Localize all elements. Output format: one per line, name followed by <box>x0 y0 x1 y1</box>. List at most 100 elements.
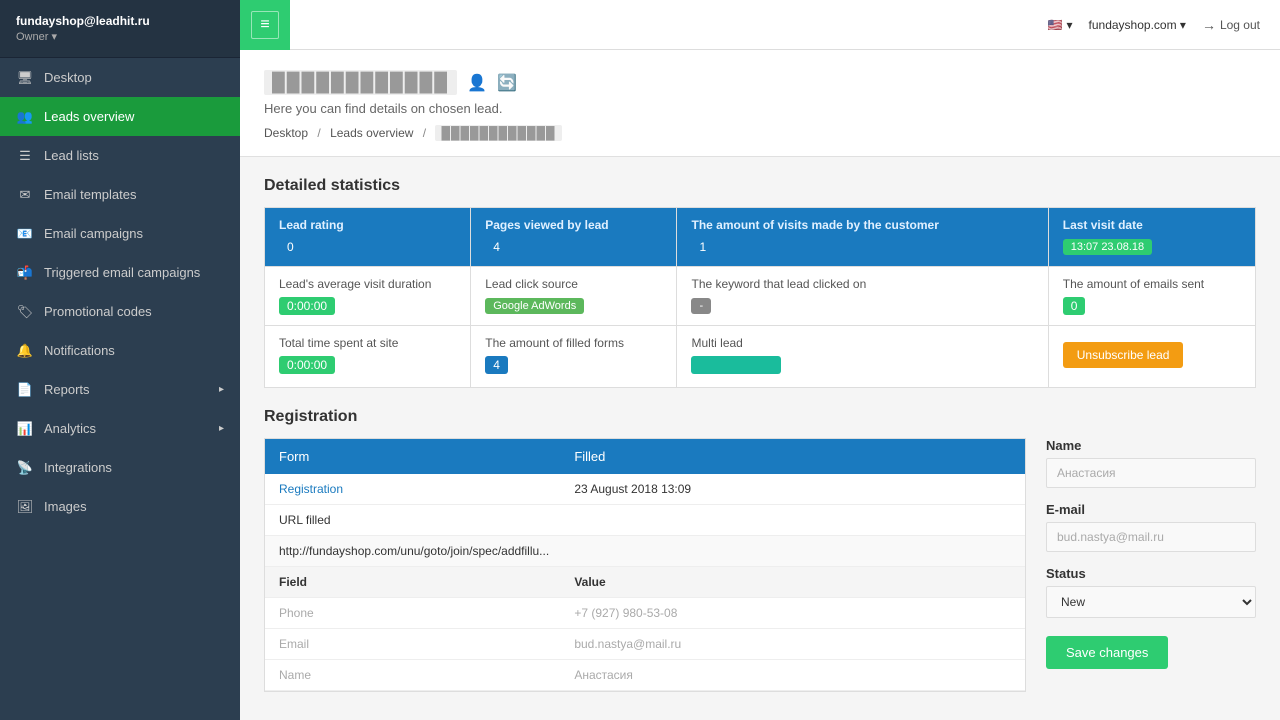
refresh-icon[interactable] <box>497 73 517 93</box>
sidebar-item-integrations[interactable]: Integrations <box>0 448 240 487</box>
reg-form-link[interactable]: Registration <box>265 474 560 505</box>
bell-icon <box>16 342 34 359</box>
language-selector[interactable]: 🇺🇸 ▾ <box>1048 18 1073 32</box>
sidebar-item-analytics-label: Analytics <box>44 421 96 436</box>
status-select[interactable]: New Active Inactive <box>1046 586 1256 618</box>
campaign-icon <box>16 225 34 242</box>
registration-table: Form Filled Registration 23 August 2018 … <box>265 439 1025 691</box>
sidebar-item-images-label: Images <box>44 499 87 514</box>
url-label-row: URL filled <box>265 505 1025 536</box>
stat-label-total-time: Total time spent at site <box>279 336 456 350</box>
stats-row-2: Lead's average visit duration 0:00:00 Le… <box>265 267 1255 326</box>
name-label: Name <box>1046 438 1256 453</box>
content-area: ████████████ Here you can find details o… <box>240 50 1280 720</box>
sidebar-item-email-templates[interactable]: Email templates <box>0 175 240 214</box>
reg-filled-date: 23 August 2018 13:09 <box>560 474 1025 505</box>
section-title-registration: Registration <box>264 408 1256 426</box>
sidebar-header: fundayshop@leadhit.ru Owner ▾ <box>0 0 240 58</box>
registration-layout: Form Filled Registration 23 August 2018 … <box>264 438 1256 692</box>
field-email: Email <box>265 629 560 660</box>
value-email: bud.nastya@mail.ru <box>560 629 1025 660</box>
report-icon <box>16 381 34 398</box>
stat-value-total-time: 0:00:00 <box>279 356 335 374</box>
stat-label-last-visit: Last visit date <box>1063 218 1241 232</box>
user-icon <box>467 73 487 93</box>
stats-header-row: Lead rating 0 Pages viewed by lead 4 The… <box>265 208 1255 267</box>
sidebar-item-promo-label: Promotional codes <box>44 304 152 319</box>
domain-selector[interactable]: fundayshop.com ▾ <box>1089 18 1186 32</box>
stat-label-lead-rating: Lead rating <box>279 218 456 232</box>
stat-cell-lead-rating-header: Lead rating 0 <box>265 208 471 266</box>
stat-label-avg-duration: Lead's average visit duration <box>279 277 456 291</box>
lead-title: ████████████ <box>264 70 1256 95</box>
email-label: E-mail <box>1046 502 1256 517</box>
sidebar-item-triggered[interactable]: Triggered email campaigns <box>0 253 240 292</box>
integrations-icon <box>16 459 34 476</box>
url-value: http://fundayshop.com/unu/goto/join/spec… <box>265 536 1025 567</box>
email-field-group: E-mail <box>1046 502 1256 552</box>
sidebar-item-images[interactable]: Images <box>0 487 240 526</box>
stat-value-emails-sent: 0 <box>1063 297 1086 315</box>
value-col-header: Value <box>560 567 1025 598</box>
stat-value-visits: 1 <box>691 238 714 256</box>
sidebar-item-analytics[interactable]: Analytics ▸ <box>0 409 240 448</box>
sidebar-item-lead-lists[interactable]: Lead lists <box>0 136 240 175</box>
sidebar-item-promo[interactable]: Promotional codes <box>0 292 240 331</box>
section-title-stats: Detailed statistics <box>264 177 1256 195</box>
desktop-icon <box>16 69 34 86</box>
stat-cell-unsubscribe: Unsubscribe lead <box>1049 326 1255 387</box>
stat-label-multi-lead: Multi lead <box>691 336 1033 350</box>
stat-label-keyword: The keyword that lead clicked on <box>691 277 1033 291</box>
breadcrumb-leads-overview[interactable]: Leads overview <box>330 126 413 140</box>
breadcrumb-desktop[interactable]: Desktop <box>264 126 308 140</box>
analytics-arrow: ▸ <box>219 423 224 434</box>
value-phone: +7 (927) 980-53-08 <box>560 598 1025 629</box>
sidebar: fundayshop@leadhit.ru Owner ▾ Desktop Le… <box>0 0 240 720</box>
stat-label-click-source: Lead click source <box>485 277 662 291</box>
reports-arrow: ▸ <box>219 384 224 395</box>
breadcrumb-current: ████████████ <box>435 125 561 141</box>
save-changes-button[interactable]: Save changes <box>1046 636 1168 669</box>
stat-cell-multi-lead: Multi lead <box>677 326 1048 387</box>
stat-cell-visits-header: The amount of visits made by the custome… <box>677 208 1048 266</box>
page-header-card: ████████████ Here you can find details o… <box>240 50 1280 157</box>
flag-arrow: ▾ <box>1067 18 1073 32</box>
stat-label-visits: The amount of visits made by the custome… <box>691 218 1033 232</box>
stat-value-last-visit: 13:07 23.08.18 <box>1063 239 1152 255</box>
url-label: URL filled <box>265 505 1025 536</box>
list-icon <box>16 147 34 164</box>
sidebar-item-notifications-label: Notifications <box>44 343 115 358</box>
sidebar-item-email-campaigns[interactable]: Email campaigns <box>0 214 240 253</box>
stat-cell-emails-sent: The amount of emails sent 0 <box>1049 267 1255 325</box>
stat-value-click-source: Google AdWords <box>485 298 584 314</box>
email-icon <box>16 186 34 203</box>
side-panel: Name E-mail Status New Active Inactive <box>1046 438 1256 692</box>
name-field-group: Name <box>1046 438 1256 488</box>
stat-value-multi-lead <box>691 356 781 374</box>
sidebar-item-campaigns-label: Email campaigns <box>44 226 143 241</box>
table-row: Registration 23 August 2018 13:09 <box>265 474 1025 505</box>
logout-label: Log out <box>1220 18 1260 32</box>
sidebar-item-notifications[interactable]: Notifications <box>0 331 240 370</box>
main-content: Detailed statistics Lead rating 0 Pages … <box>240 157 1280 712</box>
name-input[interactable] <box>1046 458 1256 488</box>
stats-row-3: Total time spent at site 0:00:00 The amo… <box>265 326 1255 387</box>
unsubscribe-button[interactable]: Unsubscribe lead <box>1063 342 1184 368</box>
sidebar-item-reports[interactable]: Reports ▸ <box>0 370 240 409</box>
stat-value-filled-forms: 4 <box>485 356 508 374</box>
stat-value-avg-duration: 0:00:00 <box>279 297 335 315</box>
menu-button[interactable]: ≡ <box>251 11 278 39</box>
stat-label-emails-sent: The amount of emails sent <box>1063 277 1241 291</box>
logout-button[interactable]: Log out <box>1202 17 1260 33</box>
email-input[interactable] <box>1046 522 1256 552</box>
flag-icon: 🇺🇸 <box>1048 18 1063 32</box>
user-email: fundayshop@leadhit.ru <box>16 14 224 28</box>
field-header-row: Field Value <box>265 567 1025 598</box>
sidebar-item-leads-overview[interactable]: Leads overview <box>0 97 240 136</box>
status-field-group: Status New Active Inactive <box>1046 566 1256 618</box>
registration-table-area: Form Filled Registration 23 August 2018 … <box>264 438 1026 692</box>
sidebar-item-desktop[interactable]: Desktop <box>0 58 240 97</box>
sidebar-item-reports-label: Reports <box>44 382 90 397</box>
sidebar-item-leadlists-label: Lead lists <box>44 148 99 163</box>
stat-cell-click-source: Lead click source Google AdWords <box>471 267 677 325</box>
